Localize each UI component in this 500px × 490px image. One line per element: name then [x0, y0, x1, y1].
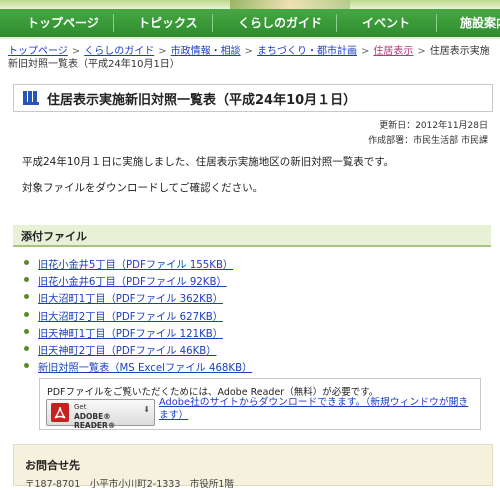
file-link[interactable]: 旧天神町1丁目（PDFファイル 121KB）: [38, 325, 223, 340]
file-link[interactable]: 新旧対照一覧表（MS Excelファイル 468KB）: [38, 359, 252, 374]
breadcrumb: トップページ > くらしのガイド > 市政情報・相談 > まちづくり・都市計画 > 住居表示 > 住…: [8, 45, 498, 71]
get-adobe-reader-button[interactable]: Get ADOBE® READER® ⬇: [46, 399, 155, 430]
book-icon: [23, 91, 39, 105]
top-banner: [0, 0, 500, 9]
bullet-icon: [24, 260, 29, 265]
contact-heading: お問合せ先: [25, 459, 80, 472]
breadcrumb-arrow: >: [158, 46, 167, 57]
adobe-download-link[interactable]: Adobe社のサイトからダウンロードできます。（新規ウィンドウが開きます）: [159, 397, 474, 422]
banner-decoration: [230, 0, 350, 9]
global-nav: トップページ トピックス くらしのガイド イベント 施設案内: [0, 9, 500, 39]
file-link[interactable]: 旧天神町2丁目（PDFファイル 46KB）: [38, 342, 216, 357]
file-link[interactable]: 旧大沼町1丁目（PDFファイル 362KB）: [38, 290, 223, 305]
attachments-heading: 添付ファイル: [13, 225, 491, 247]
contact-address: 〒187-8701 小平市小川町2-1333 市役所1階: [25, 479, 234, 490]
nav-separator: [436, 14, 437, 32]
reader-note: PDFファイルをご覧いただくためには、Adobe Reader（無料）が必要です…: [47, 387, 379, 398]
breadcrumb-link-city-info[interactable]: 市政情報・相談: [171, 46, 241, 57]
intro-text: 平成24年10月１日に実施しました、住居表示実施地区の新旧対照一覧表です。: [22, 156, 395, 168]
bullet-icon: [24, 277, 29, 283]
instruction-text: 対象ファイルをダウンロードしてご確認ください。: [22, 182, 264, 194]
breadcrumb-arrow: >: [360, 46, 370, 57]
file-link[interactable]: 旧花小金井5丁目（PDFファイル 155KB）: [38, 256, 233, 271]
contact-box: お問合せ先 〒187-8701 小平市小川町2-1333 市役所1階: [13, 444, 493, 490]
page-title: 住居表示実施新旧対照一覧表（平成24年10月１日）: [47, 93, 357, 108]
nav-separator: [336, 14, 337, 32]
file-link[interactable]: 旧花小金井6丁目（PDFファイル 92KB）: [38, 273, 227, 288]
bullet-icon: [24, 328, 29, 334]
breadcrumb-link-top[interactable]: トップページ: [8, 46, 68, 57]
bullet-icon: [24, 363, 29, 369]
breadcrumb-link-address-display[interactable]: 住居表示: [373, 46, 413, 57]
nav-item-events[interactable]: イベント: [362, 9, 410, 37]
badge-get-text: Get: [74, 403, 87, 411]
nav-item-top[interactable]: トップページ: [27, 9, 99, 37]
breadcrumb-arrow: >: [417, 46, 426, 57]
bullet-icon: [24, 345, 29, 351]
nav-item-topics[interactable]: トピックス: [138, 9, 198, 37]
bullet-icon: [24, 294, 29, 300]
page-title-box: 住居表示実施新旧対照一覧表（平成24年10月１日）: [13, 84, 493, 112]
nav-item-living-guide[interactable]: くらしのガイド: [238, 9, 322, 37]
updated-date: 更新日：2012年11月28日: [379, 121, 488, 131]
adobe-logo-icon: [51, 403, 69, 422]
attachments-heading-label: 添付ファイル: [21, 230, 87, 243]
department: 作成部署：市民生活部 市民課: [368, 136, 488, 146]
nav-separator: [212, 14, 213, 32]
breadcrumb-arrow: >: [244, 46, 253, 57]
breadcrumb-link-city-planning[interactable]: まちづくり・都市計画: [257, 46, 357, 57]
bullet-icon: [24, 311, 29, 317]
adobe-reader-box: PDFファイルをご覧いただくためには、Adobe Reader（無料）が必要です…: [39, 378, 481, 430]
breadcrumb-arrow: >: [71, 46, 81, 57]
breadcrumb-link-living-guide[interactable]: くらしのガイド: [84, 46, 154, 57]
file-link[interactable]: 旧大沼町2丁目（PDFファイル 627KB）: [38, 308, 223, 323]
badge-reader-text: ADOBE® READER®: [74, 412, 116, 430]
nav-item-facilities[interactable]: 施設案内: [460, 9, 500, 37]
nav-separator: [113, 14, 114, 32]
download-arrow-icon: ⬇: [143, 405, 150, 414]
